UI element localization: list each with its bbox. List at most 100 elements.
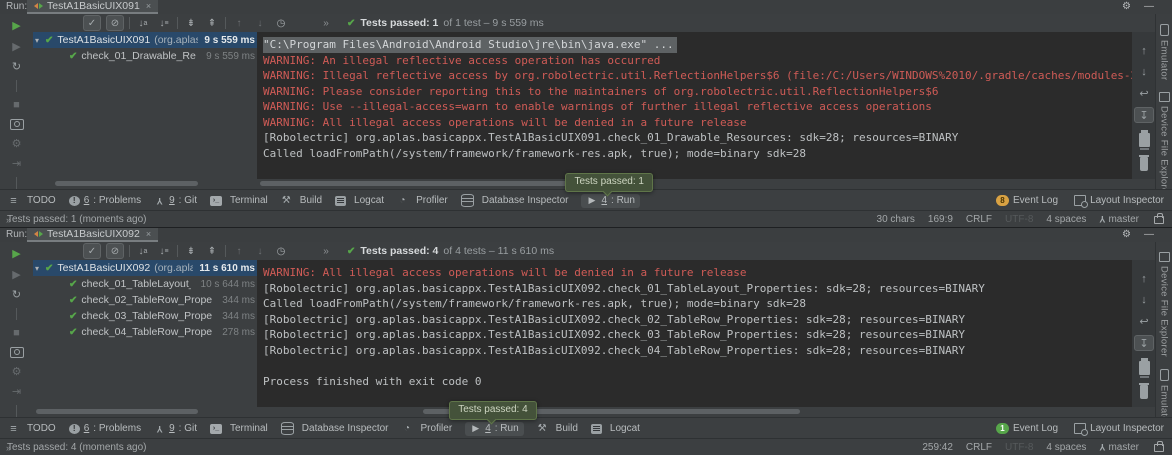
- toolbar-icon[interactable]: [16, 177, 17, 189]
- toolbar-icon[interactable]: [16, 405, 17, 417]
- layout-inspector-button[interactable]: Layout Inspector: [1074, 423, 1164, 434]
- toolbar-icon[interactable]: ⇟: [183, 16, 199, 30]
- toolbar-icon[interactable]: ◷: [273, 244, 289, 258]
- status-segment[interactable]: CRLF: [966, 442, 992, 453]
- toolbar-icon[interactable]: [10, 119, 24, 130]
- toolbar-icon[interactable]: ⇥: [9, 156, 25, 171]
- console-toolbar-icon[interactable]: ↓: [1136, 293, 1152, 307]
- console-toolbar-icon[interactable]: [1140, 157, 1148, 171]
- test-tree-row[interactable]: ✔ check_03_TableRow_Properties 344 ms: [33, 308, 257, 324]
- toolwindow-button[interactable]: Terminal: [210, 423, 268, 434]
- status-segment[interactable]: 259:42: [922, 442, 953, 453]
- status-segment[interactable]: 169:9: [928, 214, 953, 225]
- console-horizontal-scrollbar[interactable]: [260, 181, 600, 186]
- toolbar-icon[interactable]: ■: [9, 98, 25, 113]
- lock-icon[interactable]: [1154, 444, 1164, 452]
- event-log-button[interactable]: 8 Event Log: [996, 195, 1058, 206]
- expander-icon[interactable]: ▾: [35, 264, 45, 273]
- toolbar-icon[interactable]: ↓: [252, 16, 268, 30]
- tree-horizontal-scrollbar[interactable]: [55, 181, 198, 186]
- run-console[interactable]: WARNING: All illegal access operations w…: [257, 260, 1138, 407]
- console-toolbar-icon[interactable]: ↧: [1134, 335, 1154, 351]
- layout-inspector-button[interactable]: Layout Inspector: [1074, 195, 1164, 206]
- toolwindow-button[interactable]: 9: Git: [154, 195, 197, 207]
- test-tree-row[interactable]: ✔ check_04_TableRow_Properties 278 ms: [33, 324, 257, 340]
- run-tab[interactable]: TestA1BasicUIX092 ×: [27, 228, 158, 242]
- toolbar-icon[interactable]: ⇥: [9, 384, 25, 399]
- status-segment[interactable]: 30 chars: [877, 214, 915, 225]
- console-toolbar-icon[interactable]: ↩: [1136, 86, 1152, 100]
- toolwindow-button[interactable]: ⚒ Build: [281, 195, 322, 207]
- stripe-button[interactable]: Emulator: [1159, 369, 1170, 417]
- toolwindow-button[interactable]: Terminal: [210, 195, 268, 206]
- status-segment[interactable]: CRLF: [966, 214, 992, 225]
- hide-window-icon[interactable]: —: [1144, 228, 1154, 241]
- toolbar-icon[interactable]: ⊘: [106, 243, 124, 259]
- toolbar-icon[interactable]: [129, 17, 130, 29]
- status-segment[interactable]: 4 spaces: [1046, 442, 1086, 453]
- toolbar-icon[interactable]: ↓: [156, 16, 172, 30]
- toolbar-icon[interactable]: [10, 347, 24, 358]
- toolbar-icon[interactable]: [129, 245, 130, 257]
- tree-horizontal-scrollbar[interactable]: [36, 409, 198, 414]
- toolbar-icon[interactable]: ⇞: [204, 244, 220, 258]
- toolwindow-button[interactable]: ▶ 4: Run Tests passed: 4: [465, 422, 523, 436]
- test-tree-row[interactable]: ▾ ✔ TestA1BasicUIX092 (org.aplas.basica …: [33, 260, 257, 276]
- status-segment[interactable]: 4 spaces: [1046, 214, 1086, 225]
- run-console[interactable]: "C:\Program Files\Android\Android Studio…: [257, 32, 1138, 179]
- toolwindow-button[interactable]: 9: Git: [154, 423, 197, 435]
- toolwindow-button[interactable]: Logcat: [591, 423, 640, 434]
- console-toolbar-icon[interactable]: ↓: [1136, 65, 1152, 79]
- toolwindow-button[interactable]: ▶ 4: Run Tests passed: 1: [581, 194, 639, 208]
- toolbar-icon[interactable]: ⚙: [9, 364, 25, 379]
- toolbar-icon[interactable]: ◷: [273, 16, 289, 30]
- toolbar-icon[interactable]: ✓: [83, 243, 101, 259]
- stripe-button[interactable]: Device File Explorer: [1159, 252, 1170, 357]
- git-branch-widget[interactable]: master: [1099, 214, 1139, 225]
- toolbar-icon[interactable]: ■: [9, 326, 25, 341]
- toolbar-icon[interactable]: ↑: [231, 16, 247, 30]
- toolbar-icon[interactable]: [16, 308, 17, 320]
- toolbar-icon[interactable]: ⊘: [106, 15, 124, 31]
- toolbar-icon[interactable]: ⇞: [204, 16, 220, 30]
- toolbar-icon[interactable]: ↓: [135, 244, 151, 258]
- toolbar-icon[interactable]: ↓: [135, 16, 151, 30]
- toolwindow-button[interactable]: ◔ Profiler: [397, 195, 448, 207]
- toolbar-icon[interactable]: ↑: [231, 244, 247, 258]
- toolwindow-button[interactable]: ≡ TODO: [8, 423, 56, 435]
- toolbar-icon[interactable]: ⚙: [9, 136, 25, 151]
- toolbar-icon[interactable]: ▶: [9, 267, 25, 282]
- console-toolbar-icon[interactable]: ↑: [1136, 44, 1152, 58]
- status-segment[interactable]: UTF-8: [1005, 442, 1033, 453]
- toolbar-icon[interactable]: ↻: [9, 288, 25, 303]
- close-icon[interactable]: ×: [146, 1, 151, 11]
- close-icon[interactable]: ×: [146, 229, 151, 239]
- toolwindow-button[interactable]: Database Inspector: [281, 422, 389, 435]
- toolbar-icon[interactable]: »: [318, 244, 334, 258]
- toolbar-icon[interactable]: ✓: [83, 15, 101, 31]
- toolwindow-button[interactable]: ◔ Profiler: [402, 423, 453, 435]
- test-tree-row[interactable]: ✔ check_01_TableLayout_Properties 10 s 6…: [33, 276, 257, 292]
- console-toolbar-icon[interactable]: [1139, 361, 1150, 375]
- toolbar-icon[interactable]: ⇟: [183, 244, 199, 258]
- toolbar-icon[interactable]: ▶: [9, 39, 25, 54]
- toolwindow-button[interactable]: ≡ TODO: [8, 195, 56, 207]
- lock-icon[interactable]: [1154, 216, 1164, 224]
- toolbar-icon[interactable]: [177, 17, 178, 29]
- toolbar-icon[interactable]: [225, 245, 226, 257]
- settings-gear-icon[interactable]: ⚙: [1122, 0, 1131, 13]
- toolbar-icon[interactable]: [225, 17, 226, 29]
- toolwindow-button[interactable]: ⚒ Build: [537, 423, 578, 435]
- hide-window-icon[interactable]: —: [1144, 0, 1154, 13]
- toolbar-icon[interactable]: ↓: [156, 244, 172, 258]
- git-branch-widget[interactable]: master: [1099, 442, 1139, 453]
- console-toolbar-icon[interactable]: ↧: [1134, 107, 1154, 123]
- toolbar-icon[interactable]: [16, 80, 17, 92]
- console-toolbar-icon[interactable]: ↑: [1136, 272, 1152, 286]
- toolwindow-button[interactable]: 6: Problems: [69, 195, 141, 206]
- toolwindow-button[interactable]: Database Inspector: [461, 194, 569, 207]
- expander-icon[interactable]: ▾: [35, 36, 45, 45]
- test-tree-row[interactable]: ✔ check_01_Drawable_Resources 9 s 559 ms: [33, 48, 257, 64]
- toolwindow-button[interactable]: 6: Problems: [69, 423, 141, 434]
- console-toolbar-icon[interactable]: [1140, 385, 1148, 399]
